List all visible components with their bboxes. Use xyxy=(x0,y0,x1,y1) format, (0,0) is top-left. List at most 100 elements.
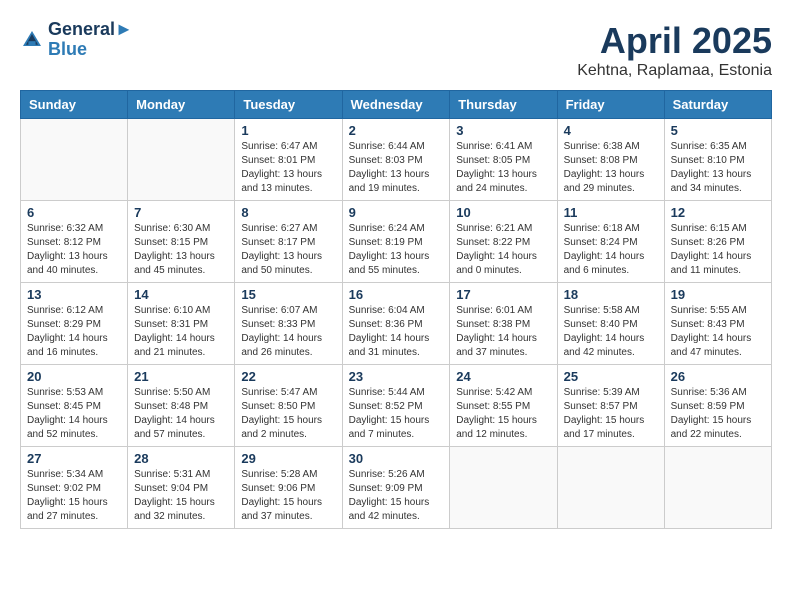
day-info: Sunrise: 6:01 AM Sunset: 8:38 PM Dayligh… xyxy=(456,304,550,360)
table-row: 10Sunrise: 6:21 AM Sunset: 8:22 PM Dayli… xyxy=(450,201,557,283)
day-info: Sunrise: 5:28 AM Sunset: 9:06 PM Dayligh… xyxy=(241,468,335,524)
table-row: 30 Sunrise: 5:26 AM Sunset: 9:09 PM Dayli… xyxy=(342,447,450,529)
day-number: 20 xyxy=(27,369,121,384)
table-row: 28Sunrise: 5:31 AM Sunset: 9:04 PM Dayli… xyxy=(128,447,235,529)
day-number: 14 xyxy=(134,287,228,302)
table-row: 9 Sunrise: 6:24 AM Sunset: 8:19 PM Daylig… xyxy=(342,201,450,283)
table-row: 17 Sunrise: 6:01 AM Sunset: 8:38 PM Dayli… xyxy=(450,283,557,365)
table-row: 24Sunrise: 5:42 AM Sunset: 8:55 PM Dayli… xyxy=(450,365,557,447)
calendar-week-row: 1 Sunrise: 6:47 AM Sunset: 8:01 PM Daylig… xyxy=(21,119,772,201)
day-info: Sunrise: 6:04 AM Sunset: 8:36 PM Dayligh… xyxy=(349,304,444,360)
table-row xyxy=(557,447,664,529)
header-friday: Friday xyxy=(557,91,664,119)
day-info: Sunrise: 6:12 AM Sunset: 8:29 PM Dayligh… xyxy=(27,304,121,360)
day-number: 13 xyxy=(27,287,121,302)
day-number: 27 xyxy=(27,451,121,466)
table-row xyxy=(128,119,235,201)
calendar-week-row: 20 Sunrise: 5:53 AM Sunset: 8:45 PM Dayli… xyxy=(21,365,772,447)
day-info: Sunrise: 6:44 AM Sunset: 8:03 PM Dayligh… xyxy=(349,140,444,196)
table-row: 3 Sunrise: 6:41 AM Sunset: 8:05 PM Daylig… xyxy=(450,119,557,201)
table-row: 7 Sunrise: 6:30 AM Sunset: 8:15 PM Daylig… xyxy=(128,201,235,283)
table-row: 2 Sunrise: 6:44 AM Sunset: 8:03 PM Daylig… xyxy=(342,119,450,201)
day-number: 10 xyxy=(456,205,550,220)
day-number: 25 xyxy=(564,369,658,384)
day-number: 28 xyxy=(134,451,228,466)
day-number: 2 xyxy=(349,123,444,138)
table-row: 8 Sunrise: 6:27 AM Sunset: 8:17 PM Daylig… xyxy=(235,201,342,283)
logo-line1: General► xyxy=(48,20,133,40)
day-info: Sunrise: 5:26 AM Sunset: 9:09 PM Dayligh… xyxy=(349,468,444,524)
table-row: 12 Sunrise: 6:15 AM Sunset: 8:26 PM Dayli… xyxy=(664,201,771,283)
day-info: Sunrise: 6:07 AM Sunset: 8:33 PM Dayligh… xyxy=(241,304,335,360)
table-row: 25 Sunrise: 5:39 AM Sunset: 8:57 PM Dayli… xyxy=(557,365,664,447)
day-info: Sunrise: 5:34 AM Sunset: 9:02 PM Dayligh… xyxy=(27,468,121,524)
table-row: 27 Sunrise: 5:34 AM Sunset: 9:02 PM Dayli… xyxy=(21,447,128,529)
day-number: 21 xyxy=(134,369,228,384)
day-info: Sunrise: 6:15 AM Sunset: 8:26 PM Dayligh… xyxy=(671,222,765,278)
header-monday: Monday xyxy=(128,91,235,119)
table-row: 20 Sunrise: 5:53 AM Sunset: 8:45 PM Dayli… xyxy=(21,365,128,447)
day-info: Sunrise: 6:30 AM Sunset: 8:15 PM Dayligh… xyxy=(134,222,228,278)
day-number: 19 xyxy=(671,287,765,302)
calendar-week-row: 27 Sunrise: 5:34 AM Sunset: 9:02 PM Dayli… xyxy=(21,447,772,529)
day-info: Sunrise: 6:18 AM Sunset: 8:24 PM Dayligh… xyxy=(564,222,658,278)
day-info: Sunrise: 6:41 AM Sunset: 8:05 PM Dayligh… xyxy=(456,140,550,196)
day-number: 5 xyxy=(671,123,765,138)
calendar: Sunday Monday Tuesday Wednesday Thursday… xyxy=(20,90,772,529)
table-row: 18Sunrise: 5:58 AM Sunset: 8:40 PM Dayli… xyxy=(557,283,664,365)
day-number: 16 xyxy=(349,287,444,302)
calendar-header-row: Sunday Monday Tuesday Wednesday Thursday… xyxy=(21,91,772,119)
table-row: 19 Sunrise: 5:55 AM Sunset: 8:43 PM Dayli… xyxy=(664,283,771,365)
day-number: 15 xyxy=(241,287,335,302)
day-number: 30 xyxy=(349,451,444,466)
header: General► Blue April 2025 Kehtna, Raplama… xyxy=(20,20,772,80)
logo: General► Blue xyxy=(20,20,133,60)
table-row xyxy=(664,447,771,529)
header-saturday: Saturday xyxy=(664,91,771,119)
day-info: Sunrise: 6:32 AM Sunset: 8:12 PM Dayligh… xyxy=(27,222,121,278)
day-number: 12 xyxy=(671,205,765,220)
calendar-week-row: 6 Sunrise: 6:32 AM Sunset: 8:12 PM Daylig… xyxy=(21,201,772,283)
day-info: Sunrise: 5:36 AM Sunset: 8:59 PM Dayligh… xyxy=(671,386,765,442)
day-number: 18 xyxy=(564,287,658,302)
day-info: Sunrise: 5:47 AM Sunset: 8:50 PM Dayligh… xyxy=(241,386,335,442)
month-title: April 2025 xyxy=(577,20,772,62)
title-area: April 2025 Kehtna, Raplamaa, Estonia xyxy=(577,20,772,80)
day-number: 4 xyxy=(564,123,658,138)
day-number: 17 xyxy=(456,287,550,302)
header-sunday: Sunday xyxy=(21,91,128,119)
day-info: Sunrise: 5:39 AM Sunset: 8:57 PM Dayligh… xyxy=(564,386,658,442)
day-number: 9 xyxy=(349,205,444,220)
day-info: Sunrise: 5:44 AM Sunset: 8:52 PM Dayligh… xyxy=(349,386,444,442)
table-row: 13 Sunrise: 6:12 AM Sunset: 8:29 PM Dayli… xyxy=(21,283,128,365)
day-number: 7 xyxy=(134,205,228,220)
day-info: Sunrise: 6:27 AM Sunset: 8:17 PM Dayligh… xyxy=(241,222,335,278)
table-row xyxy=(450,447,557,529)
day-number: 3 xyxy=(456,123,550,138)
calendar-week-row: 13 Sunrise: 6:12 AM Sunset: 8:29 PM Dayli… xyxy=(21,283,772,365)
logo-icon xyxy=(20,28,44,52)
table-row: 26Sunrise: 5:36 AM Sunset: 8:59 PM Dayli… xyxy=(664,365,771,447)
day-info: Sunrise: 6:24 AM Sunset: 8:19 PM Dayligh… xyxy=(349,222,444,278)
day-number: 22 xyxy=(241,369,335,384)
logo-line2: Blue xyxy=(48,40,133,60)
day-info: Sunrise: 6:47 AM Sunset: 8:01 PM Dayligh… xyxy=(241,140,335,196)
table-row: 6 Sunrise: 6:32 AM Sunset: 8:12 PM Daylig… xyxy=(21,201,128,283)
table-row: 11Sunrise: 6:18 AM Sunset: 8:24 PM Dayli… xyxy=(557,201,664,283)
day-number: 1 xyxy=(241,123,335,138)
table-row: 4Sunrise: 6:38 AM Sunset: 8:08 PM Daylig… xyxy=(557,119,664,201)
table-row xyxy=(21,119,128,201)
day-number: 6 xyxy=(27,205,121,220)
day-info: Sunrise: 6:35 AM Sunset: 8:10 PM Dayligh… xyxy=(671,140,765,196)
location-title: Kehtna, Raplamaa, Estonia xyxy=(577,62,772,80)
table-row: 22 Sunrise: 5:47 AM Sunset: 8:50 PM Dayli… xyxy=(235,365,342,447)
day-number: 8 xyxy=(241,205,335,220)
table-row: 23Sunrise: 5:44 AM Sunset: 8:52 PM Dayli… xyxy=(342,365,450,447)
day-info: Sunrise: 5:55 AM Sunset: 8:43 PM Dayligh… xyxy=(671,304,765,360)
table-row: 5 Sunrise: 6:35 AM Sunset: 8:10 PM Daylig… xyxy=(664,119,771,201)
header-wednesday: Wednesday xyxy=(342,91,450,119)
day-info: Sunrise: 5:53 AM Sunset: 8:45 PM Dayligh… xyxy=(27,386,121,442)
header-thursday: Thursday xyxy=(450,91,557,119)
header-tuesday: Tuesday xyxy=(235,91,342,119)
day-info: Sunrise: 5:42 AM Sunset: 8:55 PM Dayligh… xyxy=(456,386,550,442)
